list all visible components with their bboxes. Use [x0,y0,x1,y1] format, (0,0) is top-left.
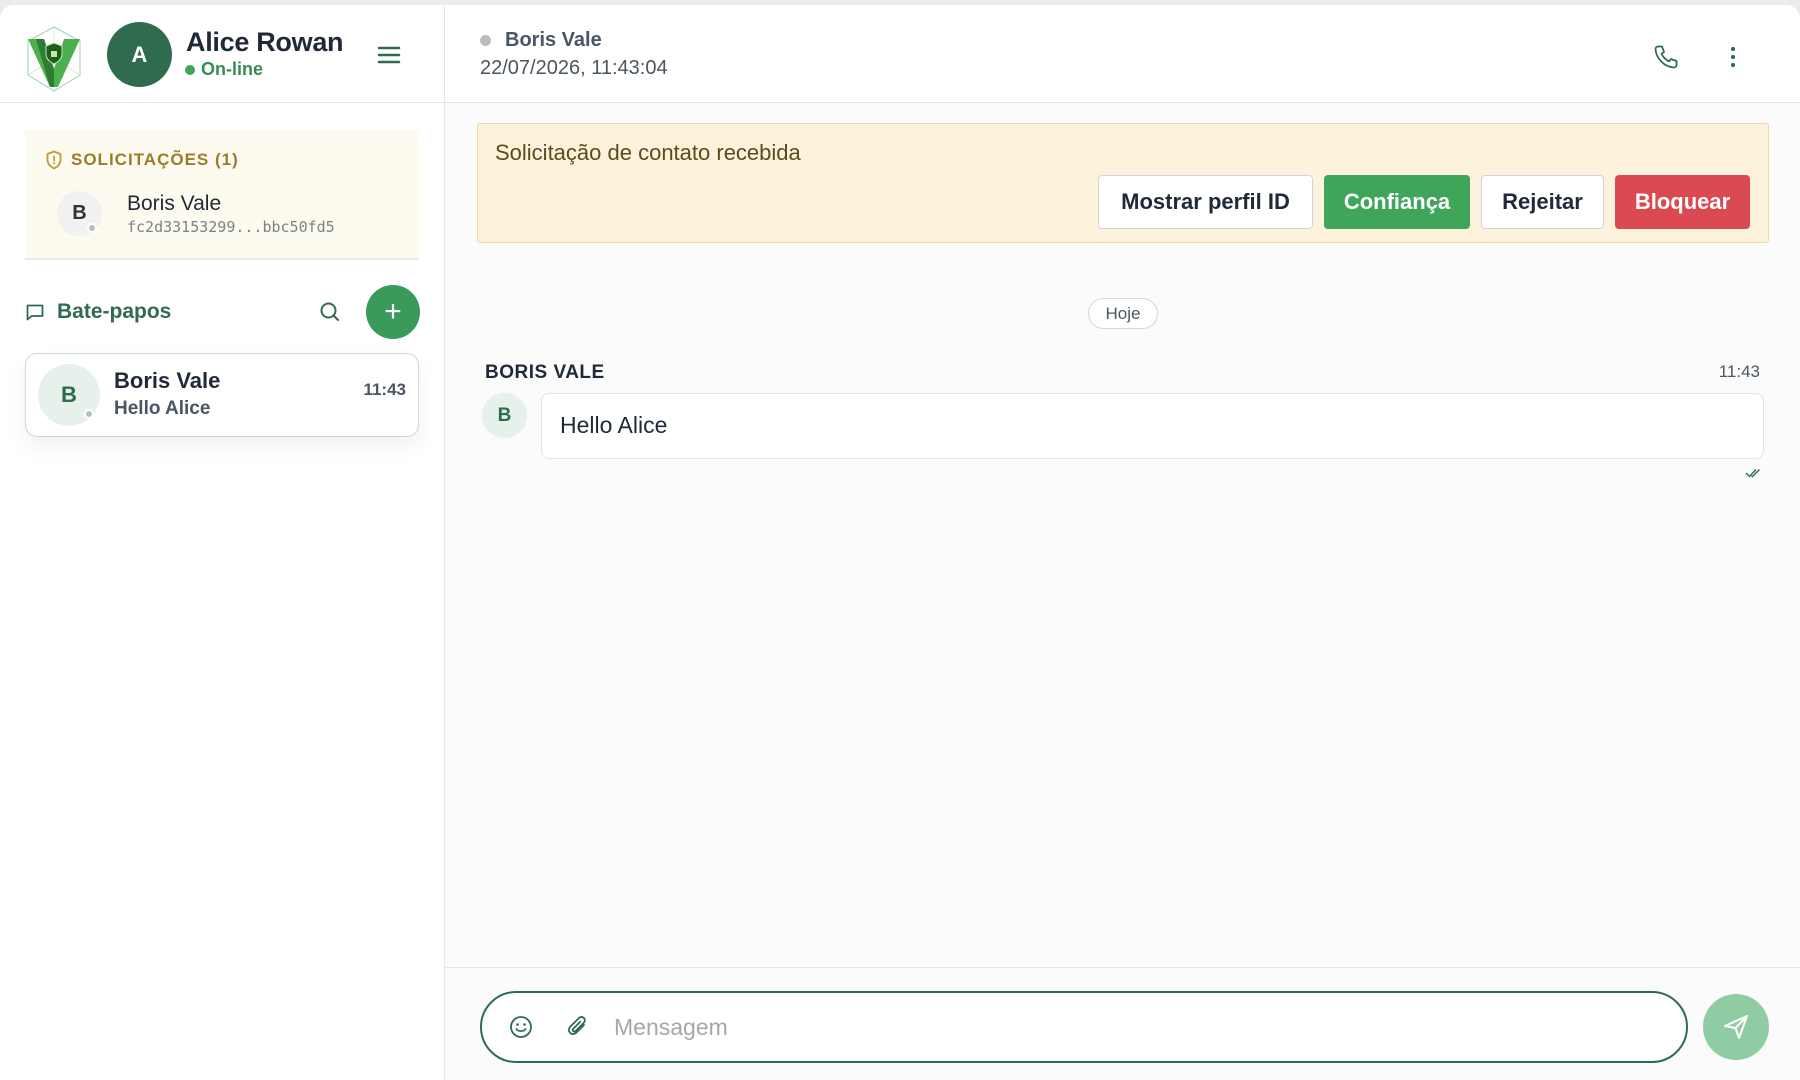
message-bubble[interactable]: Hello Alice [541,393,1764,459]
message-input[interactable] [614,1005,1664,1049]
online-dot [185,64,195,75]
phone-icon[interactable] [1652,43,1680,71]
contact-request-banner: Solicitação de contato recebida Mostrar … [477,123,1769,243]
message-sender: BORIS VALE [485,362,605,383]
composer-area [445,967,1800,1080]
reject-button[interactable]: Rejeitar [1481,175,1604,229]
send-icon [1724,1015,1748,1039]
sidebar: A Alice Rowan On-line SOLICITAÇÕES (1) B… [0,5,445,1080]
more-vertical-icon[interactable] [1725,43,1741,71]
message-time: 11:43 [1718,362,1760,381]
search-icon[interactable] [317,299,343,325]
paperclip-icon[interactable] [565,1013,591,1041]
requests-title-label: SOLICITAÇÕES (1) [71,150,239,169]
message-composer [480,991,1688,1063]
request-item[interactable]: B Boris Vale fc2d33153299...bbc50fd5 [57,188,397,240]
chat-list-item[interactable]: B Boris Vale Hello Alice 11:43 [25,353,419,437]
request-name: Boris Vale [127,192,222,215]
chats-header: Bate-papos + [25,285,420,339]
app-window: A Alice Rowan On-line SOLICITAÇÕES (1) B… [0,5,1800,1080]
day-separator: Hoje [1088,298,1158,329]
offline-dot [87,223,97,233]
user-name: Alice Rowan [186,27,344,57]
request-id: fc2d33153299...bbc50fd5 [127,218,335,236]
user-status-label: On-line [201,59,263,79]
offline-dot [84,409,94,419]
peer-name: Boris Vale [505,29,602,51]
double-check-icon [1745,469,1760,478]
show-profile-button[interactable]: Mostrar perfil ID [1098,175,1313,229]
block-button[interactable]: Bloquear [1615,175,1750,229]
logo-icon [27,26,81,92]
new-chat-button[interactable]: + [366,285,420,339]
conversation-timestamp: 22/07/2026, 11:43:04 [480,57,668,79]
conversation-header: Boris Vale 22/07/2026, 11:43:04 [445,5,1800,103]
chats-title: Bate-papos [25,300,171,324]
peer-status-dot [480,35,491,46]
message-avatar: B [482,393,527,438]
chat-name: Boris Vale [114,368,221,393]
sidebar-header: A Alice Rowan On-line [0,5,444,103]
requests-title: SOLICITAÇÕES (1) [45,150,239,170]
chats-title-label: Bate-papos [57,300,172,323]
send-button[interactable] [1703,994,1769,1060]
emoji-icon[interactable] [508,1014,534,1040]
peer-info: Boris Vale [480,29,602,52]
shield-icon [46,150,62,170]
menu-icon[interactable] [374,43,404,67]
banner-text: Solicitação de contato recebida [495,140,801,165]
chat-bubble-icon [26,304,44,321]
trust-button[interactable]: Confiança [1324,175,1470,229]
conversation-pane: Boris Vale 22/07/2026, 11:43:04 Solicita… [445,5,1800,1080]
requests-panel: SOLICITAÇÕES (1) B Boris Vale fc2d331532… [25,130,419,260]
user-status: On-line [185,59,263,80]
chat-last-message: Hello Alice [114,398,211,419]
user-avatar[interactable]: A [107,22,172,87]
chat-time: 11:43 [363,380,406,399]
plus-icon: + [384,295,402,328]
